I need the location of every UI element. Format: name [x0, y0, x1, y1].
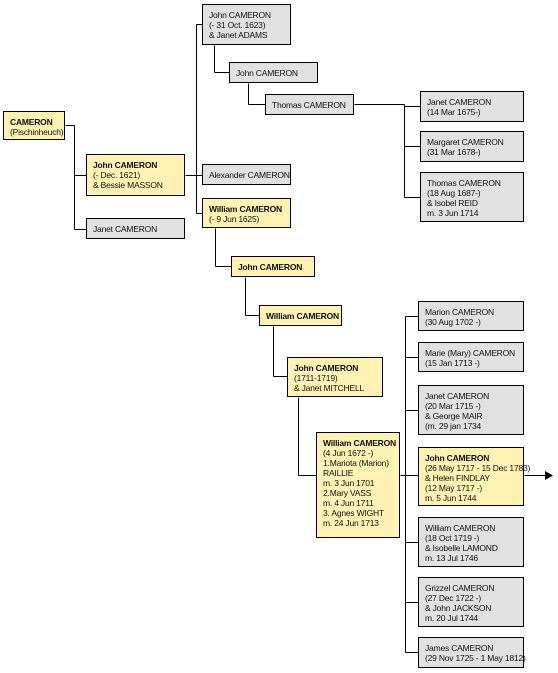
person-name: Marie (Mary) CAMERON	[425, 348, 515, 358]
person-detail: (4 Jun 1672 -)	[323, 448, 374, 458]
person-detail: (20 Mar 1715 -)	[425, 401, 481, 411]
person-detail: (18 Oct 1719 -)	[425, 533, 480, 543]
arrow-right-icon[interactable]	[545, 471, 553, 480]
person-detail: & Isobelle LAMOND	[425, 543, 498, 553]
person-box-william1672[interactable]: William CAMERON (4 Jun 1672 -) 1.Mariota (…	[316, 432, 400, 538]
person-detail: 2.Mary VASS	[323, 488, 372, 498]
person-detail: RAILLIE	[323, 468, 354, 478]
person-box-william1625[interactable]: William CAMERON (- 9 Jun 1625)	[202, 198, 291, 228]
person-name: CAMERON	[10, 117, 53, 127]
person-name: Janet CAMERON	[427, 97, 492, 107]
person-detail: (27 Dec 1722 -)	[425, 593, 482, 603]
person-detail: (- 9 Jun 1625)	[209, 214, 260, 224]
person-detail: m. 20 Jul 1744	[425, 613, 478, 623]
person-detail: 3. Agnes WIGHT	[323, 508, 384, 518]
person-detail: m. 3 Jun 1701	[323, 478, 375, 488]
person-name: Thomas CAMERON	[427, 178, 501, 188]
person-box-william1719[interactable]: William CAMERON (18 Oct 1719 -) & Isobelle…	[418, 517, 524, 567]
person-name: William CAMERON	[323, 438, 396, 448]
person-box-john1621[interactable]: John CAMERON (- Dec. 1621) & Bessie MASSON	[86, 154, 185, 196]
person-box-william-b[interactable]: William CAMERON	[259, 305, 342, 326]
person-detail: (18 Aug 1687-)	[427, 188, 481, 198]
person-box-alexander[interactable]: Alexander CAMERON	[202, 164, 291, 185]
person-name: John CAMERON	[236, 67, 298, 78]
person-box-john-c[interactable]: John CAMERON	[231, 256, 315, 277]
person-box-thomas1687[interactable]: Thomas CAMERON (18 Aug 1687-) & Isobel REI…	[420, 172, 524, 222]
person-name: John CAMERON	[209, 10, 271, 20]
person-detail: (m. 29 jan 1734	[425, 421, 482, 431]
person-box-john1623[interactable]: John CAMERON (- 31 Oct. 1623) & Janet ADAM…	[202, 4, 291, 45]
person-box-john1717[interactable]: John CAMERON (26 May 1717 - 15 Dec 1783) &…	[418, 447, 531, 506]
person-box-janet1675[interactable]: Janet CAMERON (14 Mar 1675-)	[420, 91, 524, 122]
person-name: William CAMERON	[425, 523, 496, 533]
person-detail: & John JACKSON	[425, 603, 492, 613]
person-box-marie[interactable]: Marie (Mary) CAMERON (15 Jan 1713 -)	[418, 342, 524, 372]
person-name: Marion CAMERON	[425, 307, 494, 317]
person-detail: (12 May 1717 -)	[425, 483, 482, 493]
person-detail: (1711-1719)	[294, 373, 338, 383]
person-name: James CAMERON	[425, 643, 494, 653]
person-detail: (15 Jan 1713 -)	[425, 358, 480, 368]
person-box-margaret[interactable]: Margaret CAMERON (31 Mar 1678-)	[420, 131, 524, 162]
person-name: Alexander CAMERON	[209, 169, 290, 180]
person-detail: & Janet MITCHELL	[294, 383, 365, 393]
person-detail: & Bessie MASSON	[93, 180, 163, 190]
person-box-thomas-a[interactable]: Thomas CAMERON	[265, 94, 354, 115]
person-name: Grizzel CAMERON	[425, 583, 495, 593]
person-detail: & Helen FINDLAY	[425, 473, 490, 483]
person-detail: & Janet ADAMS	[209, 30, 268, 40]
person-detail: & George MAIR	[425, 411, 483, 421]
person-name: William CAMERON	[209, 204, 282, 214]
person-detail: (31 Mar 1678-)	[427, 147, 481, 157]
person-detail: m. 24 Jun 1713	[323, 518, 379, 528]
person-name: Thomas CAMERON	[272, 99, 346, 110]
person-name: John CAMERON	[93, 160, 158, 170]
person-box-john-b[interactable]: John CAMERON	[229, 62, 318, 83]
person-detail: (29 Nov 1725 - 1 May 1812)	[425, 653, 526, 663]
person-detail: m. 5 Jun 1744	[425, 493, 477, 503]
person-detail: (14 Mar 1675-)	[427, 107, 481, 117]
person-box-root[interactable]: CAMERON (Pischinheuch)	[3, 111, 65, 140]
person-detail: m. 13 Jul 1746	[425, 553, 478, 563]
person-detail: (- 31 Oct. 1623)	[209, 20, 266, 30]
person-detail: (30 Aug 1702 -)	[425, 317, 481, 327]
person-box-james[interactable]: James CAMERON (29 Nov 1725 - 1 May 1812)	[418, 637, 526, 668]
person-detail: (- Dec. 1621)	[93, 170, 141, 180]
person-name: Margaret CAMERON	[427, 137, 504, 147]
person-detail: (Pischinheuch)	[10, 127, 64, 137]
person-box-janet-a[interactable]: Janet CAMERON	[86, 218, 185, 239]
person-detail: (26 May 1717 - 15 Dec 1783)	[425, 463, 531, 473]
person-name: John CAMERON	[425, 453, 490, 463]
person-detail: & Isobel REID	[427, 198, 478, 208]
person-name: Janet CAMERON	[93, 223, 158, 234]
person-box-janet1715[interactable]: Janet CAMERON (20 Mar 1715 -) & George MAI…	[418, 385, 524, 435]
person-box-john1711[interactable]: John CAMERON (1711-1719) & Janet MITCHELL	[287, 357, 383, 397]
person-name: William CAMERON	[266, 310, 339, 321]
person-box-marion[interactable]: Marion CAMERON (30 Aug 1702 -)	[418, 301, 524, 331]
person-name: John CAMERON	[294, 363, 359, 373]
family-tree: CAMERON (Pischinheuch) John CAMERON (- Dec.…	[0, 0, 558, 673]
person-name: Janet CAMERON	[425, 391, 490, 401]
person-name: John CAMERON	[238, 261, 303, 272]
person-detail: m. 3 Jun 1714	[427, 208, 479, 218]
person-box-grizzel[interactable]: Grizzel CAMERON (27 Dec 1722 -) & John JAC…	[418, 577, 524, 627]
person-detail: m. 4 Jun 1711	[323, 498, 374, 508]
person-detail: 1.Mariota (Marion)	[323, 458, 389, 468]
